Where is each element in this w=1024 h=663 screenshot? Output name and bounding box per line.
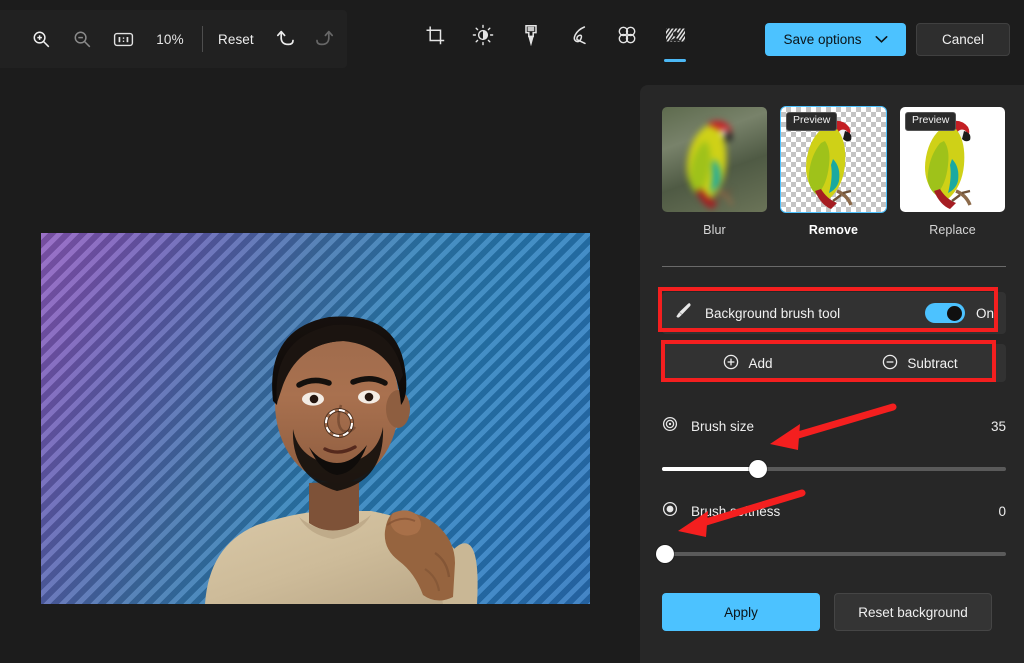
paintbrush-icon	[674, 301, 693, 325]
save-options-button[interactable]: Save options	[765, 23, 906, 56]
minus-circle-icon	[882, 354, 898, 373]
slider-rail	[662, 552, 1006, 556]
background-option-replace[interactable]: Preview Replace	[900, 107, 1005, 237]
save-options-label: Save options	[783, 32, 862, 47]
background-option-remove[interactable]: Preview Remove	[781, 107, 886, 237]
brush-mode-group: Add Subtract	[662, 344, 1006, 382]
brush-softness-slider[interactable]	[656, 545, 1006, 563]
background-icon	[656, 18, 694, 52]
cancel-button[interactable]: Cancel	[916, 23, 1010, 56]
subtract-mode-button[interactable]: Subtract	[834, 344, 1006, 382]
tool-group	[416, 18, 694, 62]
brush-size-control: Brush size 35	[662, 415, 1006, 478]
add-mode-label: Add	[748, 355, 773, 371]
brush-size-label: Brush size	[691, 418, 755, 434]
reset-background-button[interactable]: Reset background	[834, 593, 992, 631]
brightness-icon	[464, 18, 502, 52]
background-options-panel: Blur Preview Remove Preview Replace Back…	[640, 85, 1024, 663]
background-mode-thumbnails: Blur Preview Remove Preview Replace	[662, 107, 1006, 237]
erase-icon	[608, 18, 646, 52]
tool-adjustment[interactable]	[464, 18, 502, 62]
tool-erase[interactable]	[608, 18, 646, 62]
zoom-level-label: 10%	[156, 31, 184, 47]
background-brush-tool-label: Background brush tool	[705, 305, 841, 321]
dot-circle-icon	[662, 501, 678, 522]
photo-subject	[205, 316, 478, 604]
crop-icon	[416, 18, 454, 52]
header-actions: Save options Cancel	[765, 23, 1010, 56]
tool-underline	[520, 59, 542, 62]
background-brush-toggle[interactable]	[924, 303, 965, 323]
slider-thumb[interactable]	[749, 460, 768, 478]
chevron-down-icon	[875, 32, 888, 47]
plus-circle-icon	[723, 354, 739, 373]
parrot-thumbnail-art	[687, 120, 734, 209]
highlighter-icon	[512, 18, 550, 52]
top-toolbar: 10% Reset Save options Cancel	[0, 0, 1024, 79]
tool-background[interactable]	[656, 18, 694, 62]
tool-underline	[472, 59, 494, 62]
reset-button[interactable]: Reset	[210, 32, 262, 47]
thumbnail-label: Replace	[929, 223, 976, 237]
zoom-in-icon[interactable]	[22, 22, 60, 56]
brush-size-value: 35	[990, 418, 1006, 434]
add-mode-button[interactable]: Add	[662, 344, 834, 382]
thumbnail-image[interactable]: Preview	[781, 107, 886, 212]
brush-softness-control: Brush softness 0	[656, 500, 1006, 563]
tool-pen[interactable]	[560, 18, 598, 62]
slider-fill	[662, 467, 759, 471]
panel-actions: Apply Reset background	[662, 593, 1006, 631]
slider-thumb[interactable]	[656, 545, 675, 563]
edited-photo[interactable]	[41, 233, 590, 604]
preview-badge: Preview	[905, 112, 957, 131]
tool-underline	[568, 59, 590, 62]
thumbnail-image[interactable]: Preview	[900, 107, 1005, 212]
pen-icon	[560, 18, 598, 52]
subtract-mode-label: Subtract	[907, 355, 958, 371]
canvas-area[interactable]	[0, 79, 640, 663]
thumbnail-label: Blur	[703, 223, 726, 237]
brush-size-slider[interactable]	[662, 460, 1006, 478]
tool-underline	[616, 59, 638, 62]
panel-divider	[662, 266, 1006, 267]
zoom-out-icon[interactable]	[63, 22, 101, 56]
toggle-knob	[947, 305, 963, 321]
one-to-one-icon[interactable]	[104, 22, 142, 56]
undo-icon[interactable]	[267, 22, 305, 56]
toggle-state-label: On	[975, 305, 994, 321]
zoom-toolbar-group: 10% Reset	[0, 10, 347, 68]
background-brush-tool-row[interactable]: Background brush tool On	[662, 292, 1006, 334]
brush-softness-label: Brush softness	[691, 503, 781, 519]
tool-highlighter[interactable]	[512, 18, 550, 62]
tool-crop[interactable]	[416, 18, 454, 62]
target-icon	[662, 416, 678, 437]
thumbnail-image[interactable]	[662, 107, 767, 212]
tool-underline	[424, 59, 446, 62]
thumbnail-label: Remove	[808, 223, 859, 237]
toolbar-divider	[202, 26, 203, 52]
background-option-blur[interactable]: Blur	[662, 107, 767, 237]
tool-underline-active	[664, 59, 686, 62]
apply-button[interactable]: Apply	[662, 593, 820, 631]
redo-icon[interactable]	[305, 22, 343, 56]
brush-softness-value: 0	[998, 503, 1006, 519]
preview-badge: Preview	[786, 112, 838, 131]
brush-cursor-circle	[325, 409, 353, 437]
